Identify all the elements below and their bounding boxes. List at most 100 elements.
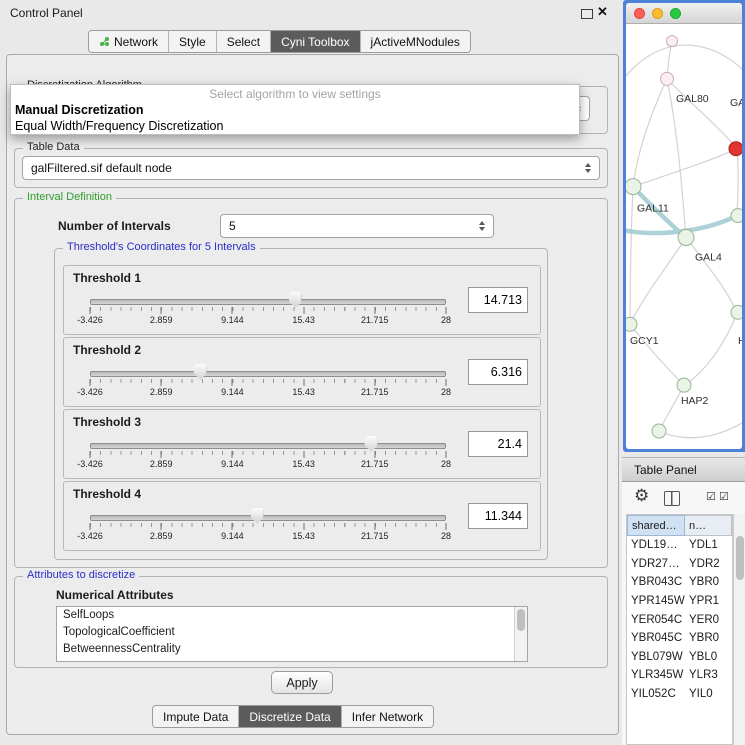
- tab-select[interactable]: Select: [216, 31, 270, 52]
- dropdown-option-manual-discretization[interactable]: Manual Discretization: [11, 102, 579, 118]
- network-node[interactable]: [667, 35, 678, 46]
- tab-label: Network: [114, 35, 158, 49]
- table-cell[interactable]: YBR0: [685, 629, 732, 648]
- table-cell[interactable]: YBL0: [685, 648, 732, 667]
- scrollbar-thumb[interactable]: [736, 536, 744, 580]
- threshold-value-input[interactable]: [468, 359, 528, 385]
- table-row[interactable]: YER054CYER0: [627, 610, 732, 629]
- numerical-attributes-label: Numerical Attributes: [56, 588, 174, 602]
- slider-knob[interactable]: [194, 364, 207, 380]
- network-window-titlebar[interactable]: [626, 3, 742, 24]
- network-node[interactable]: [731, 305, 742, 319]
- slider-knob[interactable]: [251, 508, 264, 524]
- list-scrollbar[interactable]: [514, 607, 527, 661]
- network-window[interactable]: GAL80 GA GAL11 GAL4 GCY1 H HAP2: [623, 0, 745, 452]
- column-header-name[interactable]: n…: [685, 515, 732, 536]
- slider-knob[interactable]: [365, 436, 378, 452]
- checkbox-icon[interactable]: ☑: [719, 490, 729, 503]
- slider-track[interactable]: [90, 371, 446, 377]
- list-item[interactable]: SelfLoops: [57, 607, 527, 624]
- table-cell[interactable]: YPR145W: [627, 592, 685, 611]
- table-row[interactable]: YLR345WYLR3: [627, 666, 732, 685]
- table-cell[interactable]: YBL079W: [627, 648, 685, 667]
- table-scrollbar[interactable]: [733, 514, 745, 745]
- tab-network[interactable]: Network: [89, 31, 168, 52]
- slider-track[interactable]: [90, 515, 446, 521]
- column-header-shared-name[interactable]: shared…: [627, 515, 685, 536]
- tick-label: 28: [441, 531, 451, 541]
- traffic-light-minimize-icon[interactable]: [652, 8, 663, 19]
- threshold-value-input[interactable]: [468, 431, 528, 457]
- traffic-light-close-icon[interactable]: [634, 8, 645, 19]
- table-cell[interactable]: YBR0: [685, 573, 732, 592]
- network-node[interactable]: [626, 179, 641, 195]
- slider-knob[interactable]: [289, 292, 302, 308]
- table-data-select[interactable]: galFiltered.sif default node: [22, 156, 600, 180]
- table-row[interactable]: YIL052CYIL0: [627, 685, 732, 704]
- threshold-slider[interactable]: -3.426 2.859 9.144 15.43 21.715 28: [90, 436, 446, 472]
- table-row[interactable]: YPR145WYPR1: [627, 592, 732, 611]
- traffic-light-zoom-icon[interactable]: [670, 8, 681, 19]
- network-node[interactable]: [661, 72, 674, 85]
- network-node-selected[interactable]: [729, 142, 742, 156]
- scrollbar-thumb[interactable]: [517, 609, 525, 631]
- table-row[interactable]: YBR045CYBR0: [627, 629, 732, 648]
- tick-label: 2.859: [150, 387, 173, 397]
- network-node[interactable]: [731, 209, 742, 223]
- table-cell[interactable]: YDL1: [685, 536, 732, 555]
- num-intervals-select[interactable]: 5: [220, 214, 494, 238]
- network-node[interactable]: [626, 317, 637, 331]
- slider-track[interactable]: [90, 299, 446, 305]
- table-row[interactable]: YDR27…YDR2: [627, 555, 732, 574]
- network-node[interactable]: [678, 230, 694, 246]
- tab-label: Select: [227, 35, 260, 49]
- apply-button[interactable]: Apply: [271, 671, 333, 694]
- tab-style[interactable]: Style: [168, 31, 216, 52]
- float-window-icon[interactable]: [581, 9, 593, 19]
- close-icon[interactable]: ✕: [597, 4, 608, 20]
- dropdown-option-equal-width-frequency[interactable]: Equal Width/Frequency Discretization: [11, 118, 579, 134]
- tab-jactivemnodules[interactable]: jActiveMNodules: [360, 31, 470, 52]
- tab-infer-network[interactable]: Infer Network: [341, 706, 433, 727]
- checkbox-icon[interactable]: ☑: [706, 490, 716, 503]
- tab-discretize-data[interactable]: Discretize Data: [238, 706, 340, 727]
- table-cell[interactable]: YLR3: [685, 666, 732, 685]
- table-cell[interactable]: YDL19…: [627, 536, 685, 555]
- threshold-slider[interactable]: -3.426 2.859 9.144 15.43 21.715 28: [90, 292, 446, 328]
- table-row[interactable]: YBL079WYBL0: [627, 648, 732, 667]
- tick-label: -3.426: [77, 531, 103, 541]
- table-cell[interactable]: YER0: [685, 610, 732, 629]
- threshold-value-input[interactable]: [468, 287, 528, 313]
- table-cell[interactable]: YIL052C: [627, 685, 685, 704]
- tick-label: 9.144: [221, 531, 244, 541]
- tick-label: 2.859: [150, 459, 173, 469]
- table-cell[interactable]: YBR043C: [627, 573, 685, 592]
- threshold-slider[interactable]: -3.426 2.859 9.144 15.43 21.715 28: [90, 364, 446, 400]
- network-node[interactable]: [677, 378, 691, 392]
- node-label: GCY1: [630, 336, 659, 347]
- table-cell[interactable]: YLR345W: [627, 666, 685, 685]
- table-cell[interactable]: YER054C: [627, 610, 685, 629]
- threshold-slider[interactable]: -3.426 2.859 9.144 15.43 21.715 28: [90, 508, 446, 544]
- table-cell[interactable]: YIL0: [685, 685, 732, 704]
- tick-label: 21.715: [361, 459, 389, 469]
- list-item[interactable]: TopologicalCoefficient: [57, 624, 527, 641]
- bottom-tab-bar: Impute Data Discretize Data Infer Networ…: [152, 705, 434, 728]
- table-cell[interactable]: YPR1: [685, 592, 732, 611]
- columns-icon[interactable]: [664, 491, 680, 506]
- gear-icon[interactable]: ⚙: [634, 486, 649, 506]
- threshold-value-input[interactable]: [468, 503, 528, 529]
- tab-impute-data[interactable]: Impute Data: [153, 706, 238, 727]
- node-labels: GAL80 GA GAL11 GAL4 GCY1 H HAP2: [630, 94, 742, 407]
- table-cell[interactable]: YBR045C: [627, 629, 685, 648]
- table-cell[interactable]: YDR2: [685, 555, 732, 574]
- network-node[interactable]: [652, 424, 666, 438]
- network-canvas[interactable]: GAL80 GA GAL11 GAL4 GCY1 H HAP2: [626, 24, 742, 449]
- list-item[interactable]: BetweennessCentrality: [57, 641, 527, 658]
- numerical-attributes-list[interactable]: SelfLoops TopologicalCoefficient Between…: [56, 606, 528, 662]
- slider-track[interactable]: [90, 443, 446, 449]
- table-cell[interactable]: YDR27…: [627, 555, 685, 574]
- table-row[interactable]: YBR043CYBR0: [627, 573, 732, 592]
- table-row[interactable]: YDL19…YDL1: [627, 536, 732, 555]
- tab-cyni-toolbox[interactable]: Cyni Toolbox: [270, 31, 359, 52]
